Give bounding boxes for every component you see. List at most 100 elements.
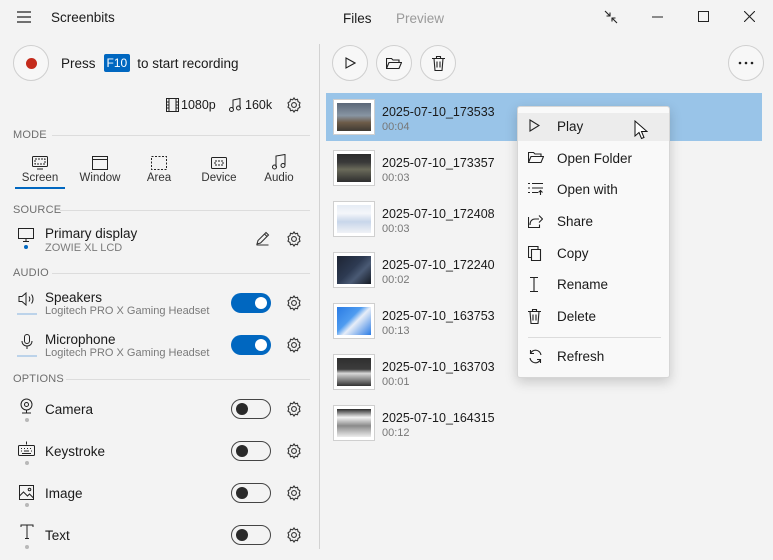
text-settings-gear-icon[interactable] xyxy=(286,527,302,543)
camera-toggle[interactable] xyxy=(231,399,271,419)
record-dot-icon xyxy=(25,57,37,69)
copy-icon xyxy=(527,245,542,264)
device-icon xyxy=(189,150,249,170)
menu-item-rename[interactable]: Rename xyxy=(518,271,669,299)
toggle-knob xyxy=(255,297,267,309)
menu-separator xyxy=(528,337,661,338)
maximize-icon[interactable] xyxy=(698,11,709,22)
mouse-cursor-icon xyxy=(634,119,649,143)
compact-mode-icon[interactable] xyxy=(604,10,618,24)
context-menu: Play Open Folder Open with Share Copy Re… xyxy=(517,106,670,378)
menu-item-refresh[interactable]: Refresh xyxy=(518,343,669,371)
recording-settings-gear-icon[interactable] xyxy=(286,97,302,113)
file-thumbnail xyxy=(333,150,375,186)
open-with-icon xyxy=(528,182,544,199)
folder-icon xyxy=(386,57,402,69)
bitrate-value[interactable]: 160k xyxy=(245,98,272,112)
delete-button[interactable] xyxy=(420,45,456,81)
file-duration: 00:03 xyxy=(382,223,410,235)
file-name: 2025-07-10_164315 xyxy=(382,411,495,425)
play-button[interactable] xyxy=(332,45,368,81)
hamburger-menu-icon[interactable] xyxy=(17,11,31,23)
microphone-settings-gear-icon[interactable] xyxy=(286,337,302,353)
text-toggle[interactable] xyxy=(231,525,271,545)
menu-item-open-with[interactable]: Open with xyxy=(518,176,669,204)
menu-item-label: Rename xyxy=(557,277,609,292)
file-name: 2025-07-10_172240 xyxy=(382,258,495,272)
file-duration: 00:13 xyxy=(382,325,410,337)
file-duration: 00:02 xyxy=(382,274,410,286)
edit-source-pencil-icon[interactable] xyxy=(255,231,270,246)
section-audio-heading: AUDIO xyxy=(13,267,49,279)
menu-item-label: Share xyxy=(557,214,594,229)
window-icon xyxy=(70,150,130,170)
tab-files[interactable]: Files xyxy=(343,11,372,26)
microphone-title: Microphone xyxy=(45,332,116,347)
keystroke-dot xyxy=(25,461,29,465)
rename-icon xyxy=(528,276,540,295)
mode-tab-window[interactable]: Window xyxy=(70,150,130,184)
keyboard-icon xyxy=(18,441,35,457)
refresh-icon xyxy=(528,349,543,367)
section-mode-heading: MODE xyxy=(13,129,47,141)
menu-item-copy[interactable]: Copy xyxy=(518,240,669,268)
source-divider xyxy=(60,210,310,211)
image-icon xyxy=(19,485,34,500)
file-thumbnail xyxy=(333,354,375,390)
menu-item-share[interactable]: Share xyxy=(518,208,669,236)
camera-label: Camera xyxy=(45,402,94,417)
menu-item-open-folder[interactable]: Open Folder xyxy=(518,145,669,173)
file-name: 2025-07-10_163753 xyxy=(382,309,495,323)
text-label: Text xyxy=(45,528,70,543)
hotkey-badge: F10 xyxy=(103,54,131,72)
toggle-knob xyxy=(236,445,248,457)
mode-divider xyxy=(52,135,310,136)
panel-splitter[interactable] xyxy=(319,44,320,549)
mode-tab-label: Screen xyxy=(21,172,59,184)
speakers-toggle[interactable] xyxy=(231,293,271,313)
file-duration: 00:12 xyxy=(382,427,410,439)
file-thumbnail xyxy=(333,405,375,441)
text-dot xyxy=(25,545,29,549)
microphone-level-bar xyxy=(17,355,37,357)
open-folder-button[interactable] xyxy=(376,45,412,81)
file-name: 2025-07-10_173357 xyxy=(382,156,495,170)
mode-tab-label: Window xyxy=(79,172,121,184)
record-hint: Press F10 to start recording xyxy=(61,54,239,72)
mode-tab-label: Audio xyxy=(264,172,294,184)
microphone-toggle[interactable] xyxy=(231,335,271,355)
image-settings-gear-icon[interactable] xyxy=(286,485,302,501)
file-row[interactable]: 2025-07-10_164315 00:12 xyxy=(326,399,762,447)
speakers-settings-gear-icon[interactable] xyxy=(286,295,302,311)
microphone-subtitle: Logitech PRO X Gaming Headset xyxy=(45,347,210,359)
mode-tab-label: Area xyxy=(146,172,172,184)
image-toggle[interactable] xyxy=(231,483,271,503)
file-duration: 00:03 xyxy=(382,172,410,184)
image-dot xyxy=(25,503,29,507)
file-name: 2025-07-10_163703 xyxy=(382,360,495,374)
area-icon xyxy=(129,150,189,170)
minimize-icon[interactable] xyxy=(652,16,663,18)
more-options-button[interactable] xyxy=(728,45,764,81)
mode-tab-audio[interactable]: Audio xyxy=(249,150,309,184)
section-options-heading: OPTIONS xyxy=(13,373,64,385)
speakers-subtitle: Logitech PRO X Gaming Headset xyxy=(45,305,210,317)
tab-preview[interactable]: Preview xyxy=(396,11,444,26)
keystroke-settings-gear-icon[interactable] xyxy=(286,443,302,459)
video-quality-icon xyxy=(166,98,179,112)
keystroke-toggle[interactable] xyxy=(231,441,271,461)
resolution-value[interactable]: 1080p xyxy=(181,98,216,112)
share-icon xyxy=(527,214,544,231)
source-settings-gear-icon[interactable] xyxy=(286,231,302,247)
microphone-icon xyxy=(21,334,33,350)
file-name: 2025-07-10_172408 xyxy=(382,207,495,221)
mode-tab-screen[interactable]: Screen xyxy=(10,150,70,184)
mode-tab-area[interactable]: Area xyxy=(129,150,189,184)
play-icon xyxy=(345,57,356,69)
mode-tab-device[interactable]: Device xyxy=(189,150,249,184)
menu-item-delete[interactable]: Delete xyxy=(518,303,669,331)
close-icon[interactable] xyxy=(744,11,755,22)
record-button[interactable] xyxy=(13,45,49,81)
toggle-knob xyxy=(236,403,248,415)
camera-settings-gear-icon[interactable] xyxy=(286,401,302,417)
